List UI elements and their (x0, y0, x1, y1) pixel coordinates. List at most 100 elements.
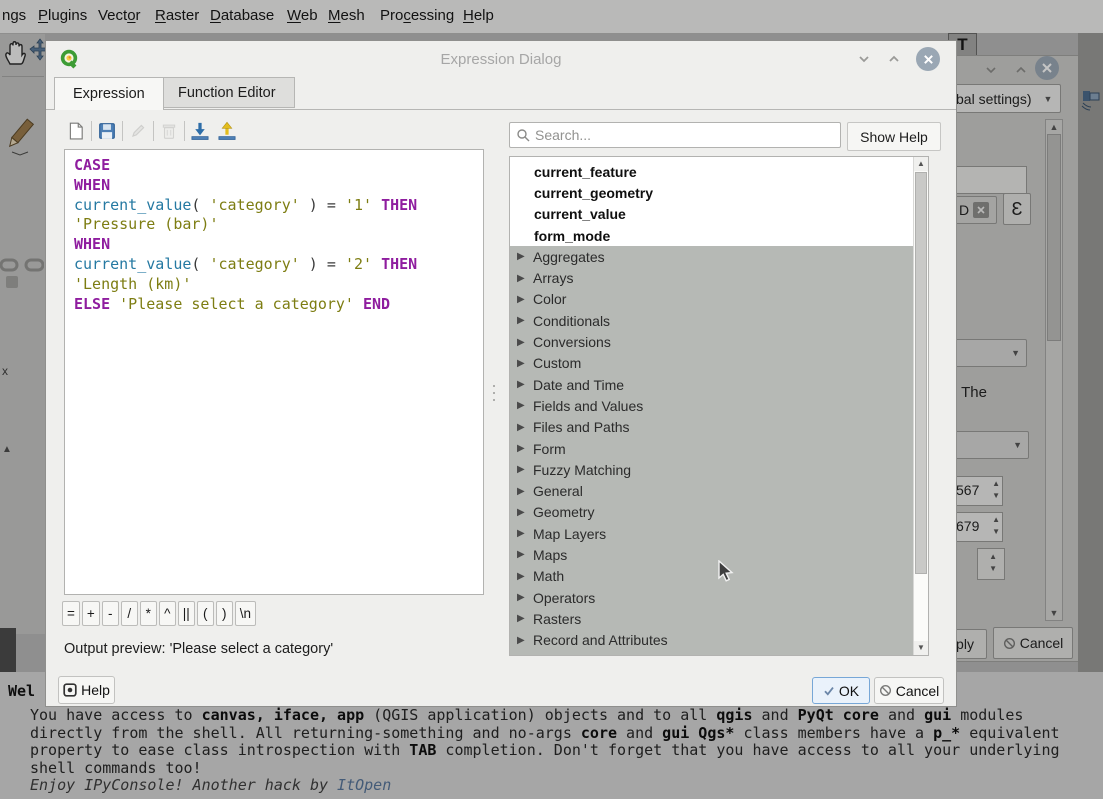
show-help-button[interactable]: Show Help (847, 122, 941, 151)
function-group-item[interactable]: ▶Math (510, 566, 914, 587)
expand-arrow-icon[interactable]: ▶ (510, 337, 533, 348)
function-group-item[interactable]: ▶Files and Paths (510, 417, 914, 438)
cancel-button[interactable]: Cancel (874, 677, 944, 704)
toolbar-separator (153, 121, 154, 141)
expand-arrow-icon[interactable]: ▶ (510, 443, 533, 454)
operator-button[interactable]: ) (216, 601, 233, 626)
group-label: Operators (533, 590, 595, 606)
dialog-tabbar: Expression Function Editor (46, 77, 956, 110)
expand-arrow-icon[interactable]: ▶ (510, 251, 533, 262)
shade-window-icon[interactable] (852, 47, 876, 71)
expand-arrow-icon[interactable]: ▶ (510, 273, 533, 284)
expand-arrow-icon[interactable]: ▶ (510, 422, 533, 433)
function-group-item[interactable]: ▶Record and Attributes (510, 630, 914, 651)
operator-button[interactable]: = (62, 601, 80, 626)
dialog-titlebar[interactable]: Expression Dialog (46, 41, 956, 77)
operator-button[interactable]: + (82, 601, 100, 626)
splitter-handle[interactable] (492, 385, 496, 401)
function-group-item[interactable]: ▶Fuzzy Matching (510, 459, 914, 480)
function-group-item[interactable]: ▶Operators (510, 587, 914, 608)
new-expression-icon[interactable] (64, 119, 88, 143)
function-group-item[interactable]: ▶String (510, 651, 914, 656)
code-line: 'Length (km)' (74, 275, 474, 295)
function-item[interactable]: current_value (510, 204, 914, 225)
check-icon (823, 685, 835, 697)
expand-arrow-icon[interactable]: ▶ (510, 507, 533, 518)
search-icon (510, 128, 535, 142)
function-group-item[interactable]: ▶Aggregates (510, 246, 914, 267)
code-line: WHEN (74, 176, 474, 196)
import-expressions-icon[interactable] (188, 119, 212, 143)
operator-button[interactable]: || (178, 601, 195, 626)
close-window-icon[interactable] (916, 47, 940, 71)
toolbar-separator (122, 121, 123, 141)
expand-arrow-icon[interactable]: ▶ (510, 635, 533, 646)
function-group-item[interactable]: ▶Map Layers (510, 523, 914, 544)
operator-button[interactable]: ^ (159, 601, 176, 626)
function-group-item[interactable]: ▶Color (510, 289, 914, 310)
function-group-item[interactable]: ▶Arrays (510, 267, 914, 288)
expand-arrow-icon[interactable]: ▶ (510, 486, 533, 497)
operator-buttons: =+-/*^||()\n (62, 601, 256, 626)
expand-arrow-icon[interactable]: ▶ (510, 613, 533, 624)
mouse-cursor (716, 560, 738, 589)
operator-button[interactable]: \n (235, 601, 256, 626)
function-list-scrollbar[interactable]: ▲ ▼ (913, 157, 928, 655)
function-group-item[interactable]: ▶Form (510, 438, 914, 459)
output-preview: Output preview: 'Please select a categor… (64, 641, 333, 657)
show-help-label: Show Help (860, 129, 928, 145)
tab-expression[interactable]: Expression (54, 77, 164, 110)
group-label: Record and Attributes (533, 632, 668, 648)
function-group-item[interactable]: ▶Maps (510, 544, 914, 565)
expand-arrow-icon[interactable]: ▶ (510, 549, 533, 560)
scroll-down-icon[interactable]: ▼ (914, 641, 928, 655)
expand-arrow-icon[interactable]: ▶ (510, 571, 533, 582)
expand-arrow-icon[interactable]: ▶ (510, 358, 533, 369)
function-item[interactable]: current_feature (510, 161, 914, 182)
function-item[interactable]: current_geometry (510, 182, 914, 203)
expand-arrow-icon[interactable]: ▶ (510, 528, 533, 539)
function-group-item[interactable]: ▶Rasters (510, 608, 914, 629)
operator-button[interactable]: - (102, 601, 119, 626)
tab-function-editor[interactable]: Function Editor (159, 77, 295, 108)
group-label: Files and Paths (533, 419, 630, 435)
operator-button[interactable]: / (121, 601, 138, 626)
expand-arrow-icon[interactable]: ▶ (510, 294, 533, 305)
expand-arrow-icon[interactable]: ▶ (510, 464, 533, 475)
function-group-item[interactable]: ▶Fields and Values (510, 395, 914, 416)
expression-code-editor[interactable]: CASEWHENcurrent_value( 'category' ) = '1… (64, 149, 484, 595)
search-input[interactable] (535, 127, 840, 143)
group-label: Math (533, 568, 564, 584)
expand-arrow-icon[interactable]: ▶ (510, 400, 533, 411)
edit-expression-icon[interactable] (126, 119, 150, 143)
expand-arrow-icon[interactable]: ▶ (510, 315, 533, 326)
save-expression-icon[interactable] (95, 119, 119, 143)
expression-dialog: Expression Dialog Expression Function Ed… (45, 40, 957, 707)
function-group-item[interactable]: ▶Custom (510, 353, 914, 374)
ok-button-label: OK (839, 683, 859, 699)
scroll-up-icon[interactable]: ▲ (914, 157, 928, 171)
group-label: Fields and Values (533, 398, 643, 414)
delete-expression-icon[interactable] (157, 119, 181, 143)
scrollbar-thumb[interactable] (915, 172, 927, 574)
tab-label: Expression (73, 86, 145, 102)
help-button[interactable]: Help (58, 676, 115, 704)
function-group-item[interactable]: ▶Conditionals (510, 310, 914, 331)
group-label: Color (533, 291, 566, 307)
unshade-window-icon[interactable] (882, 47, 906, 71)
tab-label: Function Editor (178, 85, 276, 101)
function-item[interactable]: form_mode (510, 225, 914, 246)
toolbar-separator (91, 121, 92, 141)
operator-button[interactable]: * (140, 601, 157, 626)
code-line: 'Pressure (bar)' (74, 215, 474, 235)
expand-arrow-icon[interactable]: ▶ (510, 592, 533, 603)
function-group-item[interactable]: ▶Conversions (510, 331, 914, 352)
function-group-item[interactable]: ▶General (510, 480, 914, 501)
ok-button[interactable]: OK (812, 677, 870, 704)
function-group-item[interactable]: ▶Geometry (510, 502, 914, 523)
operator-button[interactable]: ( (197, 601, 214, 626)
function-group-item[interactable]: ▶Date and Time (510, 374, 914, 395)
code-line: CASE (74, 156, 474, 176)
export-expressions-icon[interactable] (215, 119, 239, 143)
expand-arrow-icon[interactable]: ▶ (510, 379, 533, 390)
